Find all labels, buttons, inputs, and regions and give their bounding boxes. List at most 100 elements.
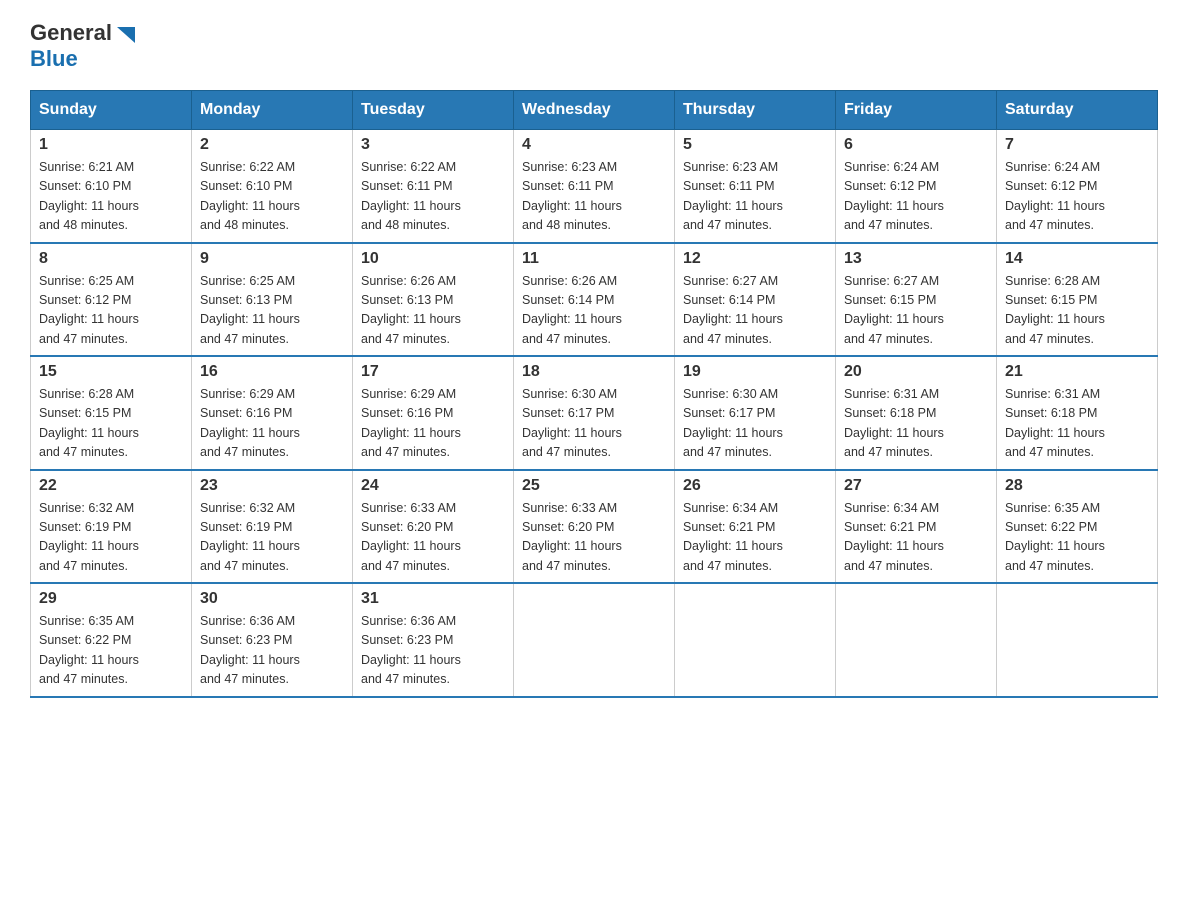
day-number: 29 — [39, 590, 183, 608]
day-info: Sunrise: 6:36 AM Sunset: 6:23 PM Dayligh… — [361, 612, 505, 690]
calendar-cell: 10 Sunrise: 6:26 AM Sunset: 6:13 PM Dayl… — [353, 243, 514, 357]
header-day-monday: Monday — [192, 91, 353, 130]
calendar-cell: 25 Sunrise: 6:33 AM Sunset: 6:20 PM Dayl… — [514, 470, 675, 584]
calendar-cell: 14 Sunrise: 6:28 AM Sunset: 6:15 PM Dayl… — [997, 243, 1158, 357]
header-row: SundayMondayTuesdayWednesdayThursdayFrid… — [31, 91, 1158, 130]
day-info: Sunrise: 6:34 AM Sunset: 6:21 PM Dayligh… — [844, 499, 988, 577]
calendar-week-2: 8 Sunrise: 6:25 AM Sunset: 6:12 PM Dayli… — [31, 243, 1158, 357]
calendar-cell — [836, 583, 997, 697]
header-day-tuesday: Tuesday — [353, 91, 514, 130]
calendar-cell: 9 Sunrise: 6:25 AM Sunset: 6:13 PM Dayli… — [192, 243, 353, 357]
day-info: Sunrise: 6:35 AM Sunset: 6:22 PM Dayligh… — [1005, 499, 1149, 577]
calendar-cell: 21 Sunrise: 6:31 AM Sunset: 6:18 PM Dayl… — [997, 356, 1158, 470]
day-info: Sunrise: 6:30 AM Sunset: 6:17 PM Dayligh… — [683, 385, 827, 463]
calendar-cell: 4 Sunrise: 6:23 AM Sunset: 6:11 PM Dayli… — [514, 130, 675, 243]
day-number: 15 — [39, 363, 183, 381]
calendar-cell: 11 Sunrise: 6:26 AM Sunset: 6:14 PM Dayl… — [514, 243, 675, 357]
calendar-body: 1 Sunrise: 6:21 AM Sunset: 6:10 PM Dayli… — [31, 130, 1158, 697]
day-number: 11 — [522, 250, 666, 268]
day-info: Sunrise: 6:32 AM Sunset: 6:19 PM Dayligh… — [200, 499, 344, 577]
calendar-cell: 17 Sunrise: 6:29 AM Sunset: 6:16 PM Dayl… — [353, 356, 514, 470]
calendar-cell: 19 Sunrise: 6:30 AM Sunset: 6:17 PM Dayl… — [675, 356, 836, 470]
calendar-cell: 16 Sunrise: 6:29 AM Sunset: 6:16 PM Dayl… — [192, 356, 353, 470]
day-info: Sunrise: 6:29 AM Sunset: 6:16 PM Dayligh… — [361, 385, 505, 463]
day-info: Sunrise: 6:23 AM Sunset: 6:11 PM Dayligh… — [522, 158, 666, 236]
calendar-cell: 29 Sunrise: 6:35 AM Sunset: 6:22 PM Dayl… — [31, 583, 192, 697]
calendar-cell: 3 Sunrise: 6:22 AM Sunset: 6:11 PM Dayli… — [353, 130, 514, 243]
day-info: Sunrise: 6:25 AM Sunset: 6:12 PM Dayligh… — [39, 272, 183, 350]
calendar-cell — [997, 583, 1158, 697]
logo-blue: Blue — [30, 46, 78, 72]
calendar-cell: 5 Sunrise: 6:23 AM Sunset: 6:11 PM Dayli… — [675, 130, 836, 243]
calendar-cell: 15 Sunrise: 6:28 AM Sunset: 6:15 PM Dayl… — [31, 356, 192, 470]
calendar-cell: 6 Sunrise: 6:24 AM Sunset: 6:12 PM Dayli… — [836, 130, 997, 243]
day-info: Sunrise: 6:25 AM Sunset: 6:13 PM Dayligh… — [200, 272, 344, 350]
day-info: Sunrise: 6:23 AM Sunset: 6:11 PM Dayligh… — [683, 158, 827, 236]
day-number: 9 — [200, 250, 344, 268]
calendar-cell — [675, 583, 836, 697]
day-number: 22 — [39, 477, 183, 495]
day-number: 10 — [361, 250, 505, 268]
day-info: Sunrise: 6:21 AM Sunset: 6:10 PM Dayligh… — [39, 158, 183, 236]
day-info: Sunrise: 6:31 AM Sunset: 6:18 PM Dayligh… — [844, 385, 988, 463]
header-day-friday: Friday — [836, 91, 997, 130]
day-number: 24 — [361, 477, 505, 495]
calendar-cell: 28 Sunrise: 6:35 AM Sunset: 6:22 PM Dayl… — [997, 470, 1158, 584]
day-info: Sunrise: 6:30 AM Sunset: 6:17 PM Dayligh… — [522, 385, 666, 463]
day-number: 21 — [1005, 363, 1149, 381]
day-number: 16 — [200, 363, 344, 381]
day-info: Sunrise: 6:27 AM Sunset: 6:15 PM Dayligh… — [844, 272, 988, 350]
day-number: 1 — [39, 136, 183, 154]
calendar-cell: 24 Sunrise: 6:33 AM Sunset: 6:20 PM Dayl… — [353, 470, 514, 584]
calendar-cell: 1 Sunrise: 6:21 AM Sunset: 6:10 PM Dayli… — [31, 130, 192, 243]
calendar-week-5: 29 Sunrise: 6:35 AM Sunset: 6:22 PM Dayl… — [31, 583, 1158, 697]
day-number: 23 — [200, 477, 344, 495]
day-info: Sunrise: 6:34 AM Sunset: 6:21 PM Dayligh… — [683, 499, 827, 577]
logo: General Blue — [30, 20, 137, 72]
header-day-thursday: Thursday — [675, 91, 836, 130]
day-number: 14 — [1005, 250, 1149, 268]
calendar-week-4: 22 Sunrise: 6:32 AM Sunset: 6:19 PM Dayl… — [31, 470, 1158, 584]
header-day-wednesday: Wednesday — [514, 91, 675, 130]
day-number: 2 — [200, 136, 344, 154]
calendar-cell: 12 Sunrise: 6:27 AM Sunset: 6:14 PM Dayl… — [675, 243, 836, 357]
calendar-cell: 8 Sunrise: 6:25 AM Sunset: 6:12 PM Dayli… — [31, 243, 192, 357]
calendar-table: SundayMondayTuesdayWednesdayThursdayFrid… — [30, 90, 1158, 698]
calendar-cell: 13 Sunrise: 6:27 AM Sunset: 6:15 PM Dayl… — [836, 243, 997, 357]
logo-general: General — [30, 20, 112, 46]
day-number: 27 — [844, 477, 988, 495]
day-number: 12 — [683, 250, 827, 268]
calendar-week-3: 15 Sunrise: 6:28 AM Sunset: 6:15 PM Dayl… — [31, 356, 1158, 470]
calendar-cell: 23 Sunrise: 6:32 AM Sunset: 6:19 PM Dayl… — [192, 470, 353, 584]
day-info: Sunrise: 6:22 AM Sunset: 6:10 PM Dayligh… — [200, 158, 344, 236]
page-header: General Blue — [30, 20, 1158, 72]
day-number: 8 — [39, 250, 183, 268]
day-info: Sunrise: 6:31 AM Sunset: 6:18 PM Dayligh… — [1005, 385, 1149, 463]
calendar-cell: 20 Sunrise: 6:31 AM Sunset: 6:18 PM Dayl… — [836, 356, 997, 470]
calendar-header: SundayMondayTuesdayWednesdayThursdayFrid… — [31, 91, 1158, 130]
calendar-cell: 18 Sunrise: 6:30 AM Sunset: 6:17 PM Dayl… — [514, 356, 675, 470]
day-info: Sunrise: 6:26 AM Sunset: 6:13 PM Dayligh… — [361, 272, 505, 350]
day-info: Sunrise: 6:28 AM Sunset: 6:15 PM Dayligh… — [1005, 272, 1149, 350]
day-number: 6 — [844, 136, 988, 154]
logo-triangle-icon — [115, 23, 137, 45]
header-day-saturday: Saturday — [997, 91, 1158, 130]
day-info: Sunrise: 6:35 AM Sunset: 6:22 PM Dayligh… — [39, 612, 183, 690]
day-number: 28 — [1005, 477, 1149, 495]
calendar-cell: 31 Sunrise: 6:36 AM Sunset: 6:23 PM Dayl… — [353, 583, 514, 697]
day-number: 5 — [683, 136, 827, 154]
day-number: 13 — [844, 250, 988, 268]
calendar-cell: 7 Sunrise: 6:24 AM Sunset: 6:12 PM Dayli… — [997, 130, 1158, 243]
day-number: 4 — [522, 136, 666, 154]
calendar-cell: 30 Sunrise: 6:36 AM Sunset: 6:23 PM Dayl… — [192, 583, 353, 697]
day-number: 17 — [361, 363, 505, 381]
day-number: 3 — [361, 136, 505, 154]
day-info: Sunrise: 6:32 AM Sunset: 6:19 PM Dayligh… — [39, 499, 183, 577]
day-number: 26 — [683, 477, 827, 495]
day-number: 7 — [1005, 136, 1149, 154]
calendar-week-1: 1 Sunrise: 6:21 AM Sunset: 6:10 PM Dayli… — [31, 130, 1158, 243]
day-info: Sunrise: 6:28 AM Sunset: 6:15 PM Dayligh… — [39, 385, 183, 463]
day-info: Sunrise: 6:29 AM Sunset: 6:16 PM Dayligh… — [200, 385, 344, 463]
day-info: Sunrise: 6:36 AM Sunset: 6:23 PM Dayligh… — [200, 612, 344, 690]
calendar-cell: 26 Sunrise: 6:34 AM Sunset: 6:21 PM Dayl… — [675, 470, 836, 584]
